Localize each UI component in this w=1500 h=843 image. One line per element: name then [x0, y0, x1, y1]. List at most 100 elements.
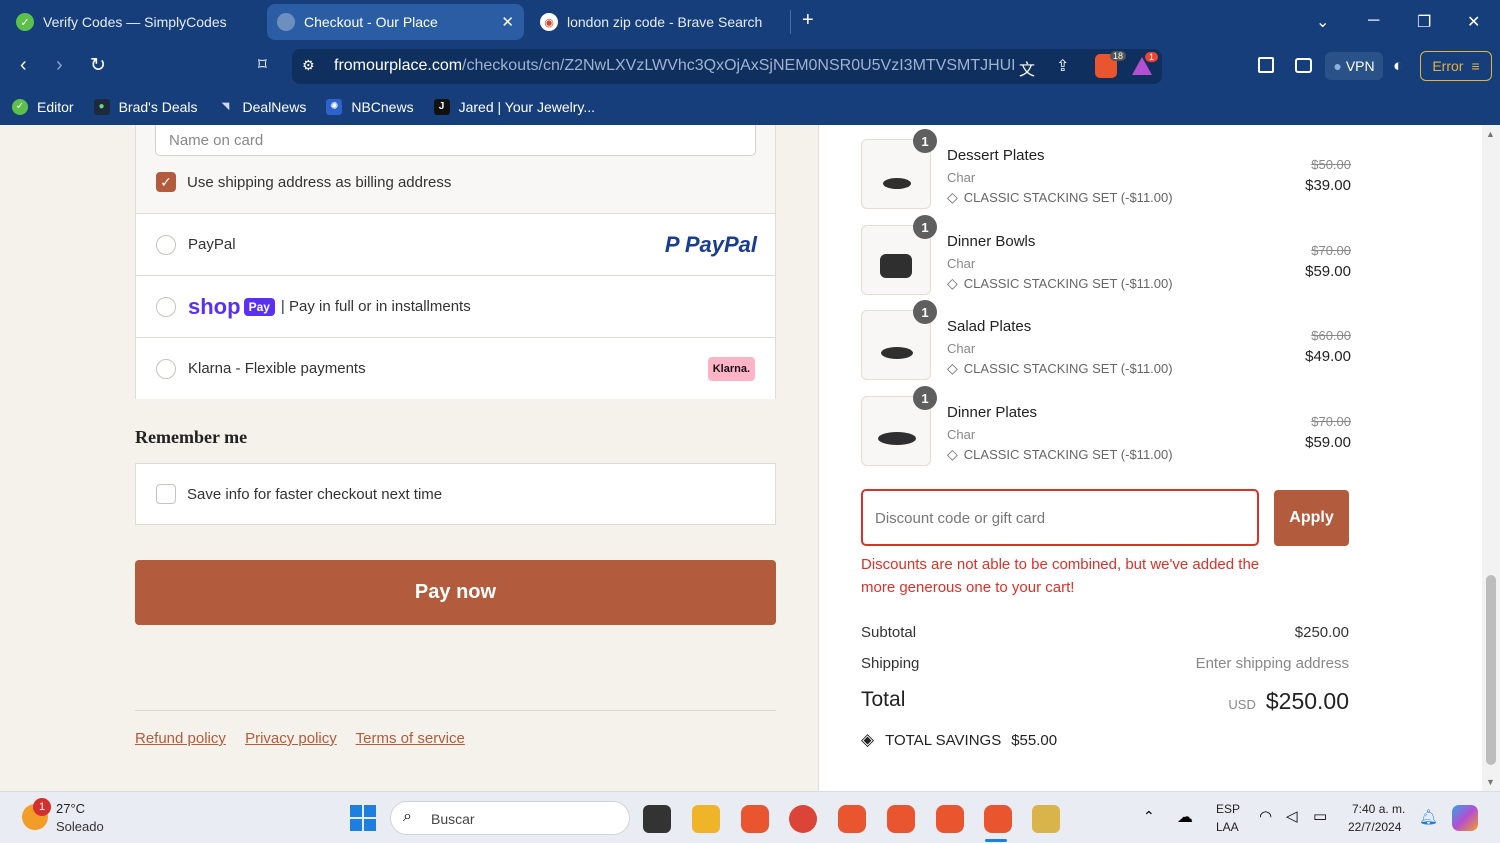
shop-pay-label: | Pay in full or in installments: [280, 298, 471, 315]
bookmark-brads-deals[interactable]: ● Brad's Deals: [93, 98, 198, 115]
vpn-button[interactable]: ● VPN: [1325, 52, 1383, 80]
save-info-checkbox[interactable]: [156, 484, 176, 504]
bookmark-dealnews[interactable]: ◥ DealNews: [218, 99, 307, 115]
brave-profile-icon[interactable]: [838, 805, 866, 833]
apply-button[interactable]: Apply: [1274, 490, 1349, 546]
weather-temp: 27°C: [56, 801, 86, 816]
klarna-label: Klarna - Flexible payments: [188, 360, 366, 377]
clock-time[interactable]: 7:40 a. m.: [1352, 802, 1405, 816]
privacy-policy-link[interactable]: Privacy policy: [245, 730, 337, 747]
address-bar[interactable]: ⚙ fromourplace.com/checkouts/cn/Z2NwLXVz…: [292, 49, 1162, 84]
shop-pay-badge: Pay: [243, 297, 275, 316]
tag-icon: ◇: [947, 275, 958, 291]
wallet-icon[interactable]: [1295, 58, 1312, 73]
tab-brave-search[interactable]: ◉ london zip code - Brave Search: [530, 4, 785, 40]
scrollbar-thumb[interactable]: [1486, 575, 1496, 765]
item-price: $39.00: [1305, 177, 1351, 194]
notification-bell-icon[interactable]: 🔔︎: [1419, 808, 1438, 826]
bookmark-label: Editor: [37, 98, 74, 115]
battery-icon[interactable]: ▭: [1313, 807, 1327, 825]
error-label: Error: [1432, 58, 1464, 74]
clock-date[interactable]: 22/7/2024: [1348, 820, 1401, 834]
share-icon[interactable]: ⇪: [1056, 56, 1069, 76]
shop-pay-radio[interactable]: [156, 296, 176, 317]
billing-same-row[interactable]: ✓ Use shipping address as billing addres…: [156, 172, 451, 192]
item-name: Dessert Plates: [947, 147, 1045, 164]
minimize-button[interactable]: ─: [1368, 12, 1379, 30]
original-price: $70.00: [1311, 243, 1351, 258]
tab-simplycodes[interactable]: ✓ Verify Codes — SimplyCodes: [8, 4, 258, 40]
total-label: Total: [861, 688, 906, 711]
sidebar-toggle-icon[interactable]: [1258, 57, 1274, 73]
copilot-icon[interactable]: [1452, 805, 1478, 831]
brave-profile-icon[interactable]: [887, 805, 915, 833]
brave-browser-icon[interactable]: [741, 805, 769, 833]
windows-start-icon[interactable]: [350, 805, 376, 831]
discount-code-input[interactable]: Discount code or gift card: [861, 489, 1259, 546]
leo-ai-icon[interactable]: ◐: [1393, 56, 1403, 76]
scroll-down-icon[interactable]: ▼: [1486, 777, 1495, 787]
subtotal-row: Subtotal $250.00: [861, 624, 1349, 641]
remember-me-card[interactable]: Save info for faster checkout next time: [135, 463, 776, 525]
item-name: Dinner Bowls: [947, 233, 1036, 250]
bookmark-icon[interactable]: ⌑: [258, 55, 267, 75]
site-settings-icon[interactable]: ⚙: [302, 57, 315, 74]
translate-icon[interactable]: 文: [1019, 56, 1035, 80]
brave-profile-icon[interactable]: [936, 805, 964, 833]
error-menu-button[interactable]: Error ≡: [1420, 51, 1492, 81]
nbc-peacock-icon: ✺: [326, 98, 343, 115]
onedrive-icon[interactable]: ☁: [1177, 807, 1193, 827]
search-icon: ⌕: [403, 808, 412, 825]
back-button[interactable]: ‹: [20, 54, 27, 77]
billing-same-checkbox[interactable]: ✓: [156, 172, 176, 192]
file-explorer-icon[interactable]: [692, 805, 720, 833]
restore-button[interactable]: ❐: [1417, 12, 1431, 32]
rewards-count-badge: 1: [1145, 52, 1159, 62]
close-tab-icon[interactable]: ✕: [501, 13, 514, 31]
brave-profile-active-icon[interactable]: [984, 805, 1012, 833]
bookmark-jared[interactable]: J Jared | Your Jewelry...: [433, 98, 595, 115]
tab-checkout[interactable]: Checkout - Our Place ✕: [267, 4, 524, 40]
volume-icon[interactable]: ◁: [1286, 807, 1298, 825]
original-price: $70.00: [1311, 414, 1351, 429]
line-item: 1 Dessert Plates Char ◇ CLASSIC STACKING …: [861, 129, 1351, 211]
page-scrollbar[interactable]: ▲ ▼: [1482, 125, 1500, 791]
close-window-button[interactable]: ✕: [1467, 12, 1480, 32]
scroll-up-icon[interactable]: ▲: [1486, 129, 1495, 139]
task-view-icon[interactable]: [643, 805, 671, 833]
name-on-card-input[interactable]: Name on card: [155, 125, 756, 156]
taskbar-search[interactable]: ⌕ Buscar: [390, 801, 630, 835]
wifi-icon[interactable]: ◠: [1259, 807, 1272, 825]
paypal-option[interactable]: PayPal P PayPal: [136, 213, 775, 275]
reload-button[interactable]: ↻: [90, 54, 106, 77]
pay-now-label: Pay now: [414, 581, 497, 603]
language-code[interactable]: ESP: [1216, 802, 1240, 816]
terms-of-service-link[interactable]: Terms of service: [356, 730, 465, 747]
save-info-label: Save info for faster checkout next time: [187, 485, 443, 503]
bookmark-editor[interactable]: ✓ Editor: [12, 98, 74, 115]
refund-policy-link[interactable]: Refund policy: [135, 730, 226, 747]
shop-pay-option[interactable]: shop Pay | Pay in full or in installment…: [136, 275, 775, 337]
new-tab-button[interactable]: +: [802, 9, 814, 32]
url-text[interactable]: fromourplace.com/checkouts/cn/Z2NwLXVzLW…: [334, 57, 1014, 75]
discount-label: CLASSIC STACKING SET (-$11.00): [963, 276, 1173, 291]
chevron-up-icon[interactable]: ⌃: [1143, 808, 1155, 825]
forward-button[interactable]: ›: [56, 54, 63, 77]
app-icon[interactable]: [1032, 805, 1060, 833]
pay-now-button[interactable]: Pay now: [135, 560, 776, 625]
chrome-icon[interactable]: [789, 805, 817, 833]
keyboard-layout[interactable]: LAA: [1216, 820, 1239, 834]
item-name: Salad Plates: [947, 318, 1032, 335]
tab-search-chevron-icon[interactable]: ⌄: [1316, 12, 1329, 32]
paypal-radio[interactable]: [156, 234, 176, 255]
klarna-radio[interactable]: [156, 358, 176, 379]
bookmark-nbcnews[interactable]: ✺ NBCnews: [326, 98, 414, 115]
plate-image: [883, 178, 911, 189]
windows-taskbar: 1 27°C Soleado ⌕ Buscar ⌃ ☁ ESP LAA ◠ ◁ …: [0, 791, 1500, 843]
rss-icon: ◥: [221, 101, 230, 112]
shipping-value: Enter shipping address: [1195, 655, 1349, 672]
tab-divider: [790, 10, 791, 34]
footer-links: Refund policy Privacy policy Terms of se…: [135, 730, 480, 747]
tab-title: london zip code - Brave Search: [567, 14, 763, 30]
klarna-option[interactable]: Klarna - Flexible payments Klarna.: [136, 337, 775, 399]
